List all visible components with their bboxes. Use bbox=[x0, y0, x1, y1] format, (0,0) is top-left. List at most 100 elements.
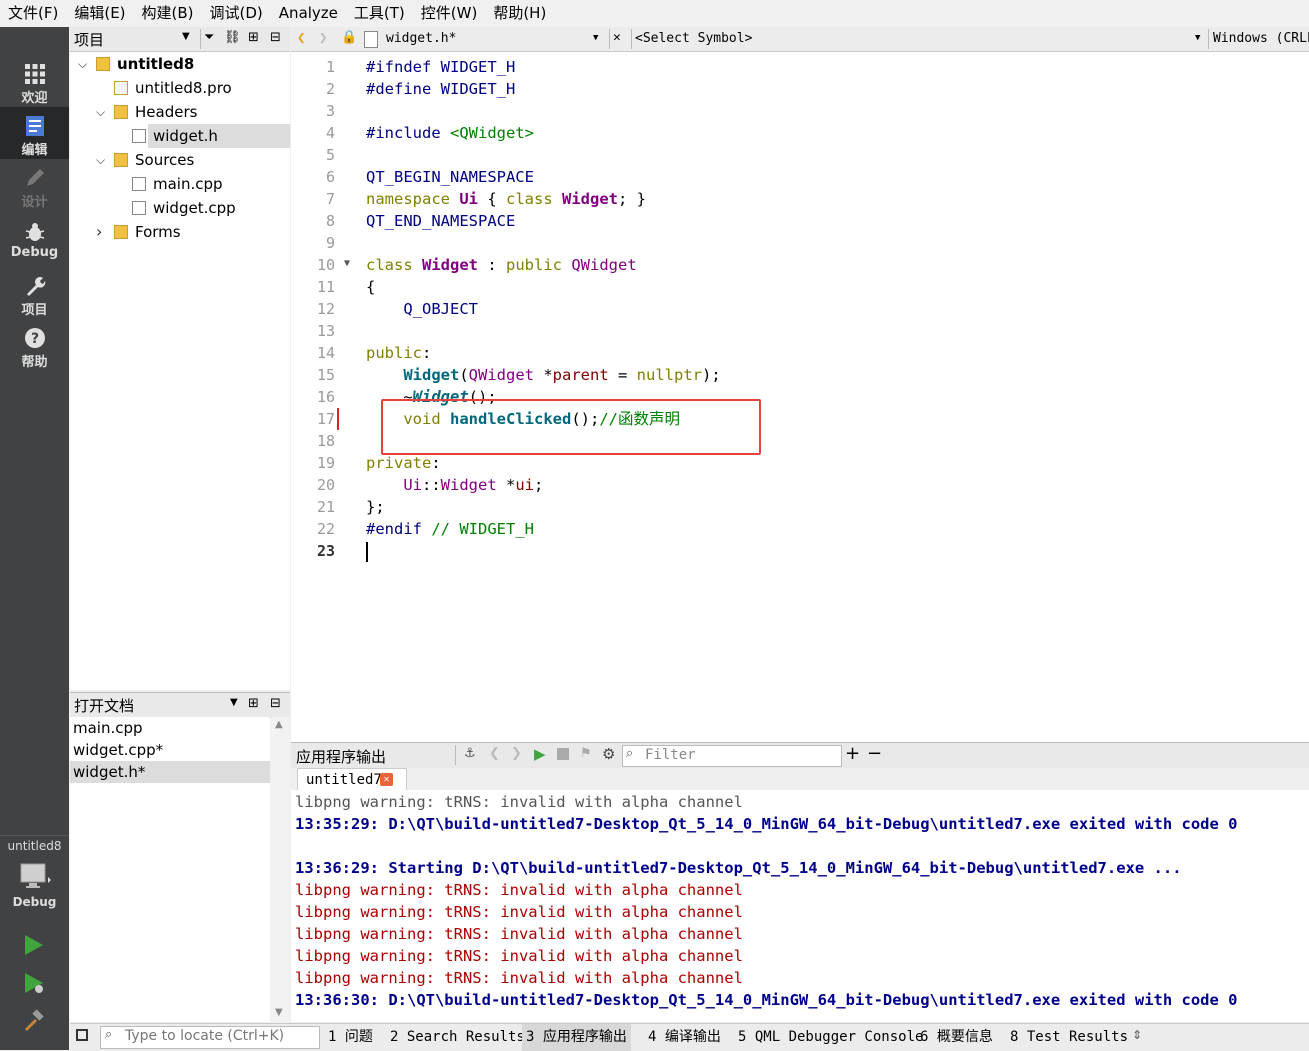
file-tab[interactable]: widget.h* bbox=[386, 31, 456, 46]
mode-welcome[interactable]: 欢迎 bbox=[0, 55, 69, 107]
chevron-down-icon[interactable]: ▼ bbox=[593, 33, 598, 43]
filter-input[interactable]: ⌕ Filter bbox=[622, 745, 842, 767]
close-document-icon[interactable]: ✕ bbox=[613, 30, 621, 45]
menu-edit[interactable]: 编辑(E) bbox=[66, 0, 133, 27]
chevron-right-icon[interactable]: › bbox=[96, 220, 102, 244]
menu-widgets[interactable]: 控件(W) bbox=[413, 0, 486, 27]
split-icon[interactable]: ⊞ bbox=[248, 696, 259, 711]
open-docs-scrollbar[interactable]: ▲ ▼ bbox=[271, 717, 290, 1022]
close-panel-icon[interactable]: ⊟ bbox=[270, 696, 281, 711]
tree-item[interactable]: ⌵ untitled8 bbox=[70, 52, 290, 76]
code-editor[interactable]: #ifndef WIDGET_H #define WIDGET_H #include… bbox=[361, 52, 1309, 742]
locate-input[interactable]: ⌕ Type to locate (Ctrl+K) bbox=[100, 1026, 320, 1049]
code-line[interactable]: { bbox=[366, 276, 375, 298]
code-line[interactable]: class Widget : public QWidget bbox=[366, 254, 637, 276]
output-pane-tab[interactable]: 1 问题 bbox=[324, 1024, 377, 1051]
zoom-out-icon[interactable]: − bbox=[867, 743, 882, 764]
code-line[interactable]: QT_BEGIN_NAMESPACE bbox=[366, 166, 534, 188]
output-line: libpng warning: tRNS: invalid with alpha… bbox=[295, 881, 743, 899]
attach-icon[interactable]: ⚓ bbox=[464, 746, 476, 761]
tree-item[interactable]: untitled8.pro bbox=[70, 76, 290, 100]
menu-debug[interactable]: 调试(D) bbox=[202, 0, 271, 27]
chevron-down-icon[interactable]: ▼ bbox=[230, 697, 238, 708]
tree-item[interactable]: ⌵ Sources bbox=[70, 148, 290, 172]
output-pane-tab[interactable]: 4 编译输出 bbox=[644, 1024, 725, 1051]
code-line[interactable]: #ifndef WIDGET_H bbox=[366, 56, 515, 78]
close-icon[interactable]: ✕ bbox=[380, 773, 393, 786]
mode-design[interactable]: 设计 bbox=[0, 159, 69, 211]
chevron-down-icon[interactable]: ▼ bbox=[182, 31, 190, 42]
menu-tools[interactable]: 工具(T) bbox=[346, 0, 413, 27]
open-doc-item[interactable]: main.cpp bbox=[70, 717, 270, 739]
menu-file[interactable]: 文件(F) bbox=[0, 0, 66, 27]
code-line[interactable]: Widget(QWidget *parent = nullptr); bbox=[366, 364, 720, 386]
fold-arrow-icon[interactable]: ▼ bbox=[344, 258, 350, 269]
prev-icon[interactable]: ❮ bbox=[489, 746, 500, 761]
mode-label: 设计 bbox=[21, 195, 48, 210]
tree-item-label: Headers bbox=[135, 103, 198, 121]
zoom-in-icon[interactable]: + bbox=[845, 743, 860, 764]
code-line[interactable]: Ui::Widget *ui; bbox=[366, 474, 543, 496]
output-pane-tab[interactable]: 3 应用程序输出 bbox=[522, 1024, 631, 1051]
menu-help[interactable]: 帮助(H) bbox=[485, 0, 554, 27]
output-pane-tab[interactable]: 8 Test Results bbox=[1006, 1024, 1132, 1051]
gear-icon[interactable]: ⚙ bbox=[602, 745, 615, 763]
chevron-down-icon[interactable]: ⌵ bbox=[78, 52, 87, 76]
output-pane-header: 应用程序输出 ⚓ ❮ ❯ ▶ ⚑ ⚙ ⌕ Filter + − bbox=[291, 742, 1309, 770]
menu-analyze[interactable]: Analyze bbox=[271, 0, 346, 27]
forward-icon[interactable]: ❯ bbox=[319, 30, 327, 46]
line-ending-selector[interactable]: Windows (CRLF bbox=[1213, 31, 1309, 46]
code-line[interactable]: QT_END_NAMESPACE bbox=[366, 210, 515, 232]
mode-help[interactable]: ? 帮助 bbox=[0, 319, 69, 371]
code-token: <QWidget> bbox=[450, 124, 534, 142]
code-line[interactable]: }; bbox=[366, 496, 385, 518]
tree-item[interactable]: main.cpp bbox=[70, 172, 290, 196]
more-tabs-icon[interactable]: ⇕ bbox=[1132, 1028, 1142, 1042]
open-doc-item[interactable]: widget.h* bbox=[70, 761, 270, 783]
build-button[interactable] bbox=[22, 1009, 46, 1037]
kit-selector[interactable] bbox=[19, 863, 51, 895]
chevron-down-icon[interactable]: ⌵ bbox=[96, 100, 105, 124]
next-icon[interactable]: ❯ bbox=[511, 746, 522, 761]
scroll-down-icon[interactable]: ▼ bbox=[275, 1007, 283, 1018]
output-console[interactable]: libpng warning: tRNS: invalid with alpha… bbox=[291, 790, 1309, 1022]
lock-icon[interactable]: 🔒 bbox=[341, 30, 357, 45]
chevron-down-icon[interactable]: ▼ bbox=[1195, 33, 1200, 43]
output-pane-tab[interactable]: 2 Search Results bbox=[386, 1024, 529, 1051]
link-icon[interactable]: ⛓ bbox=[224, 30, 241, 45]
output-pane-tab[interactable]: 6 概要信息 bbox=[916, 1024, 997, 1051]
mode-edit[interactable]: 编辑 bbox=[0, 107, 69, 159]
filter-icon[interactable]: ⏷ bbox=[204, 30, 214, 45]
menu-build[interactable]: 构建(B) bbox=[134, 0, 202, 27]
open-doc-item[interactable]: widget.cpp* bbox=[70, 739, 270, 761]
code-line[interactable]: Q_OBJECT bbox=[366, 298, 478, 320]
divider bbox=[455, 745, 456, 765]
close-panel-icon[interactable]: ⊟ bbox=[270, 30, 281, 45]
scroll-up-icon[interactable]: ▲ bbox=[275, 719, 283, 730]
debug-run-button[interactable] bbox=[22, 971, 46, 999]
mode-debug[interactable]: Debug bbox=[0, 213, 69, 265]
split-icon[interactable]: ⊞ bbox=[248, 30, 259, 45]
code-line[interactable]: #endif // WIDGET_H bbox=[366, 518, 534, 540]
tree-item[interactable]: › Forms bbox=[70, 220, 290, 244]
code-line[interactable]: #define WIDGET_H bbox=[366, 78, 515, 100]
tree-item[interactable]: ⌵ Headers bbox=[70, 100, 290, 124]
toggle-sidebar-icon[interactable] bbox=[76, 1029, 88, 1041]
symbol-selector[interactable]: <Select Symbol> bbox=[635, 31, 752, 46]
mode-projects[interactable]: 项目 bbox=[0, 267, 69, 319]
tree-item[interactable]: widget.h bbox=[132, 124, 290, 148]
stop-icon[interactable] bbox=[557, 748, 569, 760]
code-line[interactable]: public: bbox=[366, 342, 431, 364]
code-line[interactable]: #include <QWidget> bbox=[366, 122, 534, 144]
chevron-down-icon[interactable]: ⌵ bbox=[96, 148, 105, 172]
debug-attach-icon[interactable]: ⚑ bbox=[580, 746, 592, 761]
back-icon[interactable]: ❮ bbox=[297, 30, 305, 46]
output-pane-tab[interactable]: 5 QML Debugger Console bbox=[734, 1024, 927, 1051]
code-line[interactable]: private: bbox=[366, 452, 441, 474]
rerun-icon[interactable]: ▶ bbox=[534, 745, 546, 763]
tree-item[interactable]: widget.cpp bbox=[70, 196, 290, 220]
run-button[interactable] bbox=[22, 933, 46, 961]
code-line[interactable]: namespace Ui { class Widget; } bbox=[366, 188, 646, 210]
output-tab[interactable]: untitled7 ✕ bbox=[297, 768, 407, 791]
